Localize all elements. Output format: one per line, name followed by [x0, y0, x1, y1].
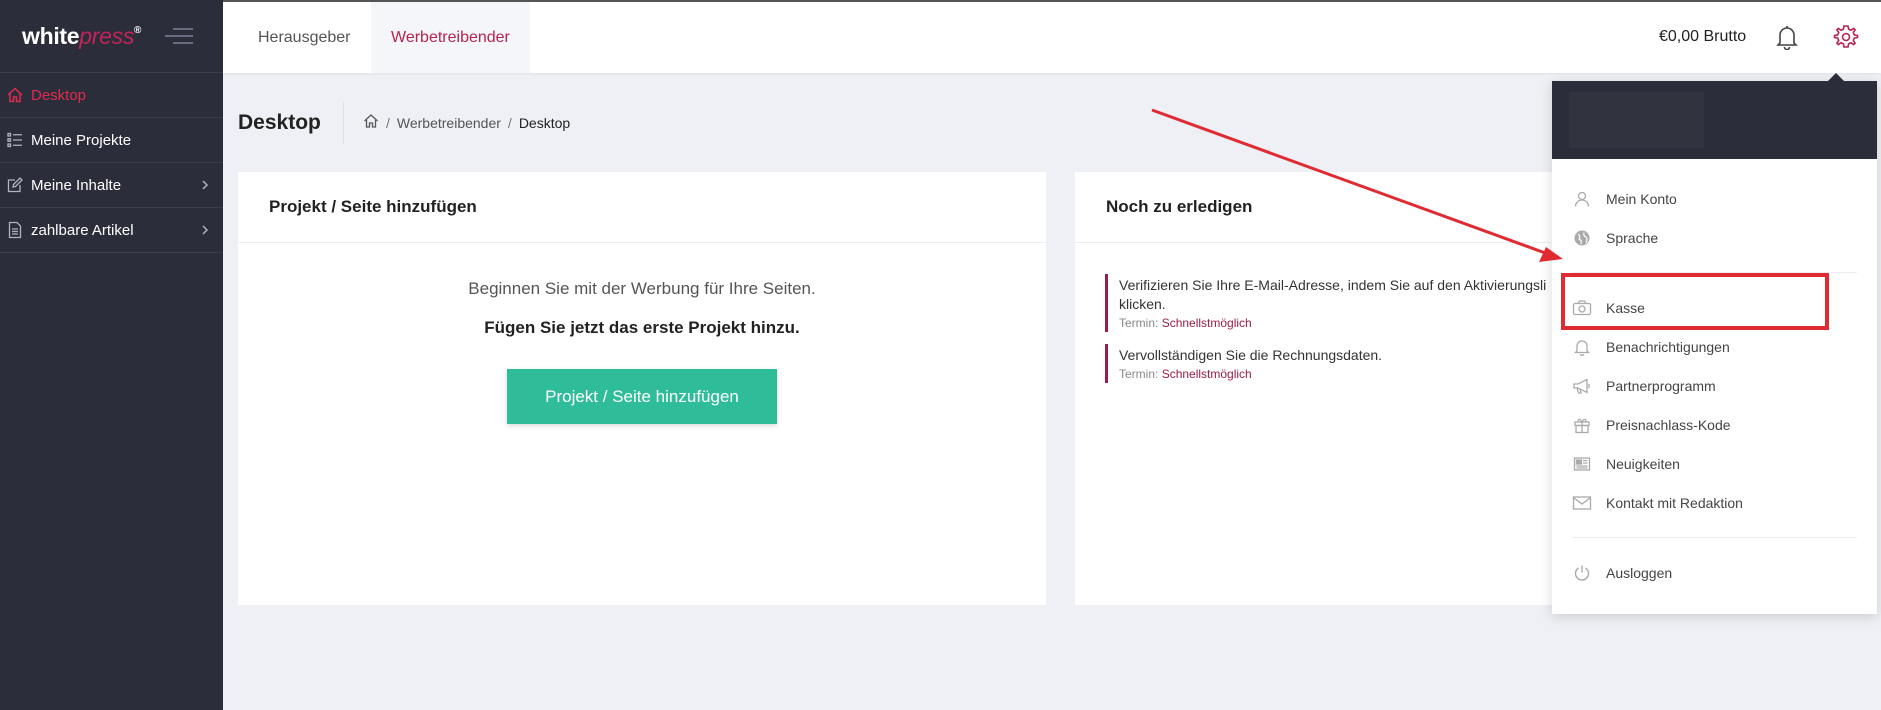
todo-deadline-label: Termin: — [1119, 367, 1159, 381]
add-project-card: Projekt / Seite hinzufügen Beginnen Sie … — [238, 172, 1046, 605]
sidebar-item-meine-inhalte[interactable]: Meine Inhalte — [0, 163, 223, 208]
card-title: Projekt / Seite hinzufügen — [238, 172, 1046, 243]
menu-item-ausloggen[interactable]: Ausloggen — [1552, 553, 1877, 592]
sidebar-item-label: Meine Inhalte — [31, 176, 122, 194]
tab-herausgeber[interactable]: Herausgeber — [258, 2, 351, 73]
menu-item-label: Neuigkeiten — [1606, 455, 1680, 472]
sidebar-item-label: zahlbare Artikel — [31, 221, 134, 239]
logo-bar: whitepress® — [0, 0, 223, 73]
power-icon — [1572, 563, 1592, 583]
document-icon — [6, 221, 24, 239]
menu-item-label: Partnerprogramm — [1606, 377, 1716, 394]
page-title: Desktop — [238, 111, 321, 134]
chevron-right-icon — [201, 223, 209, 240]
list-icon — [6, 131, 24, 149]
notifications-bell-icon[interactable] — [1775, 24, 1799, 55]
breadcrumb: / Werbetreibender / Desktop — [363, 113, 570, 132]
menu-divider — [1572, 537, 1857, 538]
add-project-button[interactable]: Projekt / Seite hinzufügen — [507, 369, 777, 424]
megaphone-icon — [1572, 376, 1592, 396]
title-divider — [343, 102, 344, 144]
menu-item-sprache[interactable]: Sprache — [1552, 218, 1877, 257]
menu-item-neuigkeiten[interactable]: Neuigkeiten — [1552, 444, 1877, 483]
mail-icon — [1572, 493, 1592, 513]
todo-deadline-value: Schnellstmöglich — [1161, 367, 1252, 381]
top-header: Herausgeber Werbetreibender €0,00 Brutto — [223, 0, 1881, 73]
bell-icon — [1572, 337, 1592, 357]
menu-item-partnerprogramm[interactable]: Partnerprogramm — [1552, 366, 1877, 405]
menu-item-label: Sprache — [1606, 229, 1659, 246]
home-icon — [6, 86, 24, 104]
news-icon — [1572, 454, 1592, 474]
menu-item-label: Benachrichtigungen — [1606, 338, 1730, 355]
globe-icon — [1572, 228, 1592, 248]
menu-item-mein-konto[interactable]: Mein Konto — [1552, 179, 1877, 218]
brand-logo[interactable]: whitepress® — [22, 23, 141, 50]
menu-item-label: Preisnachlass-Kode — [1606, 416, 1731, 433]
sidebar-item-label: Desktop — [31, 86, 87, 104]
todo-deadline-label: Termin: — [1119, 316, 1159, 330]
card-intro-strong: Fügen Sie jetzt das erste Projekt hinzu. — [484, 318, 800, 337]
account-balance[interactable]: €0,00 Brutto — [1659, 28, 1746, 46]
dropdown-user-header — [1552, 81, 1877, 159]
breadcrumb-separator: / — [386, 114, 390, 131]
breadcrumb-separator: / — [507, 114, 512, 131]
brand-name-main: white — [22, 22, 80, 49]
menu-item-label: Kontakt mit Redaktion — [1606, 494, 1743, 511]
gift-icon — [1572, 415, 1592, 435]
sidebar-item-meine-projekte[interactable]: Meine Projekte — [0, 118, 223, 163]
card-intro-text: Beginnen Sie mit der Werbung für Ihre Se… — [468, 279, 816, 298]
brand-name-accent: press — [79, 22, 135, 49]
settings-dropdown-menu: Mein Konto Sprache Kasse Benachrichtigun… — [1552, 81, 1877, 614]
sidebar-item-label: Meine Projekte — [31, 131, 132, 149]
menu-toggle-icon[interactable] — [165, 28, 194, 44]
breadcrumb-current: Desktop — [518, 114, 571, 131]
menu-item-kontakt-mit-redaktion[interactable]: Kontakt mit Redaktion — [1552, 483, 1877, 522]
sidebar-item-desktop[interactable]: Desktop — [0, 73, 223, 118]
tab-werbetreibender[interactable]: Werbetreibender — [371, 2, 530, 73]
settings-gear-icon[interactable] — [1833, 24, 1859, 55]
chevron-right-icon — [201, 178, 209, 195]
edit-icon — [6, 176, 24, 194]
todo-deadline-value: Schnellstmöglich — [1161, 316, 1252, 330]
user-icon — [1572, 189, 1592, 209]
menu-item-benachrichtigungen[interactable]: Benachrichtigungen — [1552, 327, 1877, 366]
menu-item-label: Mein Konto — [1606, 190, 1677, 207]
breadcrumb-link-werbetreibender[interactable]: Werbetreibender — [397, 115, 501, 131]
brand-reg-mark: ® — [134, 24, 142, 36]
menu-item-preisnachlass-kode[interactable]: Preisnachlass-Kode — [1552, 405, 1877, 444]
sidebar-item-zahlbare-artikel[interactable]: zahlbare Artikel — [0, 208, 223, 253]
sidebar: whitepress® Desktop Meine Projekte Meine… — [0, 0, 223, 710]
annotation-highlight-box — [1561, 273, 1829, 330]
menu-item-label: Ausloggen — [1606, 564, 1673, 581]
breadcrumb-home-icon[interactable] — [363, 113, 379, 132]
user-info-redacted — [1569, 92, 1704, 148]
